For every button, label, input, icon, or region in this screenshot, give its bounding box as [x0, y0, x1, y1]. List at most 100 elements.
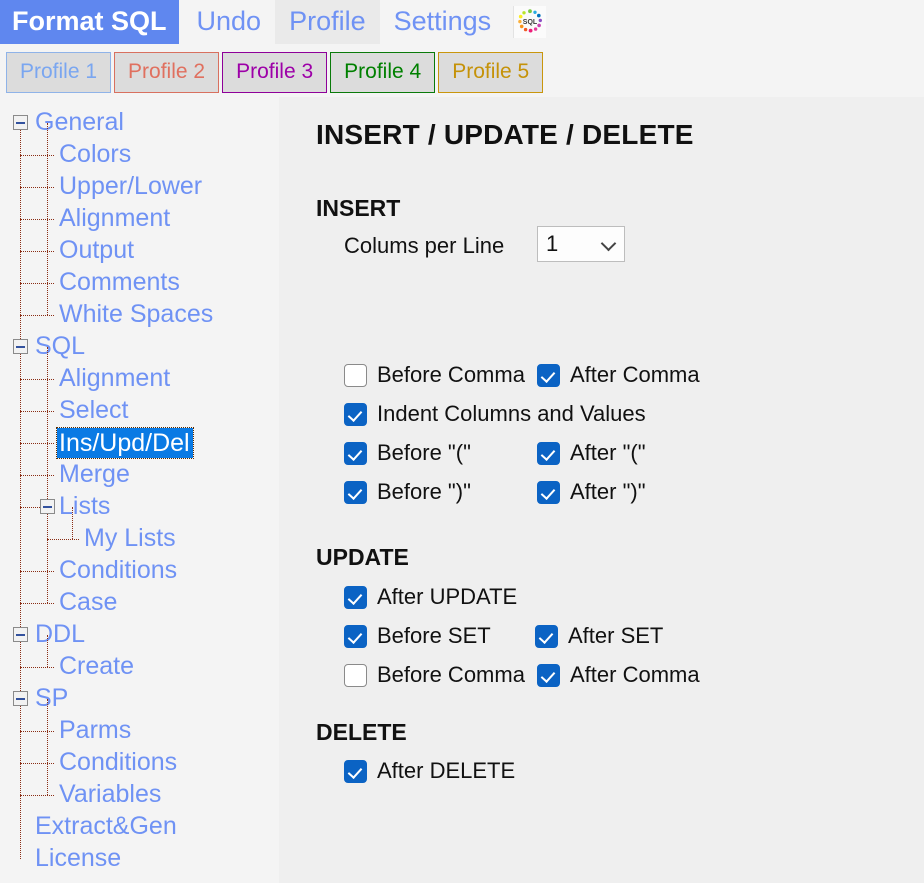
checkbox-row-update-after-set: After SET — [535, 623, 663, 649]
tree-node-label: Colors — [59, 140, 132, 168]
tree-node-label: SQL — [35, 332, 86, 360]
colums-per-line-select[interactable]: 1 — [537, 226, 625, 262]
tree-node-label: Extract&Gen — [35, 812, 177, 840]
checkbox-update-after-set[interactable] — [535, 624, 558, 648]
checkbox-label-delete-after-delete: After DELETE — [377, 758, 516, 783]
profile-tabs: Profile 1 Profile 2 Profile 3 Profile 4 … — [6, 52, 544, 93]
tree-connector-elbow — [20, 283, 54, 285]
tree-connector-line — [47, 635, 49, 667]
tree-connector-elbow — [20, 315, 54, 317]
menu-item-settings[interactable]: Settings — [380, 0, 506, 44]
tree-expander-minus-icon[interactable] — [13, 691, 28, 706]
checkbox-insert-before-close-paren[interactable] — [344, 480, 367, 504]
tree-node-lists[interactable]: Lists — [0, 491, 279, 523]
tree-node-sp[interactable]: SP — [0, 683, 279, 715]
tree-connector-elbow — [20, 731, 54, 733]
tree-node-label: Variables — [59, 780, 162, 808]
colums-per-line-label: Colums per Line — [344, 233, 505, 258]
tree-expander-minus-icon[interactable] — [40, 499, 55, 514]
checkbox-label-insert-after-close-paren: After ")" — [570, 479, 646, 504]
chevron-down-icon — [600, 235, 617, 252]
tree-node-extract-gen[interactable]: Extract&Gen — [0, 811, 279, 843]
profile-tab-2[interactable]: Profile 2 — [114, 52, 220, 93]
profile-tab-4[interactable]: Profile 4 — [330, 52, 436, 93]
tree-node-label: SP — [35, 684, 69, 712]
tree-root: General Colors Upper/Lower Alignment Output C… — [0, 97, 279, 872]
checkbox-row-insert-after-comma: After Comma — [537, 362, 700, 388]
checkbox-delete-after-delete[interactable] — [344, 759, 367, 783]
tree-connector-elbow — [20, 379, 54, 381]
tree-node-label: Select — [59, 396, 129, 424]
checkbox-label-update-before-set: Before SET — [377, 623, 491, 648]
checkbox-insert-indent-columns-and-values[interactable] — [344, 402, 367, 426]
tree-node-label: My Lists — [84, 524, 176, 552]
checkbox-insert-before-open-paren[interactable] — [344, 441, 367, 465]
tree-connector-elbow — [20, 475, 54, 477]
checkbox-row-insert-after-open-paren: After "(" — [537, 440, 646, 466]
tree-expander-minus-icon[interactable] — [13, 627, 28, 642]
tree-node-label: Alignment — [59, 204, 171, 232]
tree-node-label: Comments — [59, 268, 180, 296]
tree-node-label: Ins/Upd/Del — [56, 427, 194, 459]
tree-node-label: Lists — [59, 492, 111, 520]
checkbox-label-update-after-set: After SET — [568, 623, 664, 648]
page-title: INSERT / UPDATE / DELETE — [316, 119, 694, 150]
sidebar-navigation-tree[interactable]: General Colors Upper/Lower Alignment Output C… — [0, 97, 279, 883]
checkbox-label-insert-before-close-paren: Before ")" — [377, 479, 471, 504]
section-heading-delete: DELETE — [316, 719, 407, 745]
checkbox-insert-after-close-paren[interactable] — [537, 480, 560, 504]
tree-node-my-lists[interactable]: My Lists — [0, 523, 279, 555]
checkbox-insert-after-comma[interactable] — [537, 363, 560, 387]
checkbox-update-before-comma[interactable] — [344, 663, 367, 687]
tree-node-label: Conditions — [59, 556, 178, 584]
tree-node-label: Output — [59, 236, 135, 264]
menu-item-profile[interactable]: Profile — [275, 0, 380, 44]
tree-node-label: Upper/Lower — [59, 172, 203, 200]
checkbox-label-insert-before-open-paren: Before "(" — [377, 440, 471, 465]
header-band: Format SQL Undo Profile Settings SQL Pro… — [0, 0, 924, 97]
menu-item-format-sql[interactable]: Format SQL — [0, 0, 179, 44]
tree-connector-elbow — [20, 251, 54, 253]
checkbox-row-insert-before-open-paren: Before "(" — [344, 440, 471, 466]
tree-expander-minus-icon[interactable] — [13, 339, 28, 354]
tree-connector-line — [72, 507, 74, 539]
colums-per-line-row: Colums per Line — [344, 233, 504, 259]
tree-connector-elbow — [47, 539, 79, 541]
svg-text:SQL: SQL — [523, 19, 538, 26]
menu-item-undo[interactable]: Undo — [183, 0, 276, 44]
checkbox-label-update-before-comma: Before Comma — [377, 662, 525, 687]
checkbox-row-insert-after-close-paren: After ")" — [537, 479, 646, 505]
tree-node-ddl[interactable]: DDL — [0, 619, 279, 651]
profile-tab-1[interactable]: Profile 1 — [6, 52, 112, 93]
checkbox-label-insert-after-open-paren: After "(" — [570, 440, 646, 465]
checkbox-insert-before-comma[interactable] — [344, 363, 367, 387]
checkbox-row-update-after-update: After UPDATE — [344, 584, 517, 610]
tree-connector-line — [47, 699, 49, 795]
tree-node-sql[interactable]: SQL — [0, 331, 279, 363]
profile-tab-3[interactable]: Profile 3 — [222, 52, 328, 93]
tree-expander-minus-icon[interactable] — [13, 115, 28, 130]
checkbox-row-update-before-comma: Before Comma — [344, 662, 525, 688]
tree-node-label: White Spaces — [59, 300, 214, 328]
tree-node-label: Merge — [59, 460, 130, 488]
section-heading-update: UPDATE — [316, 544, 409, 570]
checkbox-update-after-comma[interactable] — [537, 663, 560, 687]
tree-connector-elbow — [20, 411, 54, 413]
profile-tab-5[interactable]: Profile 5 — [438, 52, 544, 93]
checkbox-update-before-set[interactable] — [344, 624, 367, 648]
checkbox-row-delete-after-delete: After DELETE — [344, 758, 515, 784]
tree-connector-elbow — [20, 763, 54, 765]
colums-per-line-value: 1 — [546, 231, 559, 256]
tree-node-license[interactable]: License — [0, 843, 279, 875]
tree-node-label: Case — [59, 588, 118, 616]
checkbox-label-insert-before-comma: Before Comma — [377, 362, 525, 387]
tree-connector-elbow — [20, 187, 54, 189]
checkbox-row-insert-before-close-paren: Before ")" — [344, 479, 471, 505]
checkbox-update-after-update[interactable] — [344, 585, 367, 609]
sql-logo-icon[interactable]: SQL — [513, 6, 547, 38]
tree-connector-elbow — [20, 155, 54, 157]
tree-connector-line — [20, 123, 22, 859]
tree-node-general[interactable]: General — [0, 107, 279, 139]
checkbox-insert-after-open-paren[interactable] — [537, 441, 560, 465]
tree-connector-elbow — [20, 667, 54, 669]
